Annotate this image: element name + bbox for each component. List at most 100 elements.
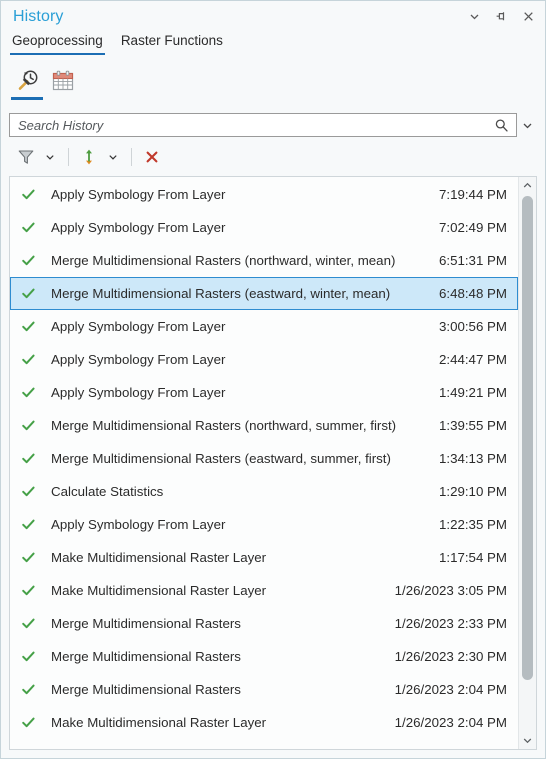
tab-raster-functions[interactable]: Raster Functions bbox=[119, 32, 225, 55]
tool-name: Merge Multidimensional Rasters bbox=[51, 253, 241, 268]
history-list-container: Apply Symbology From Layer 7:19:44 PM Appl… bbox=[9, 176, 537, 750]
green-check-icon bbox=[21, 616, 43, 631]
green-check-icon bbox=[21, 418, 43, 433]
tool-parameters: (eastward, winter, mean) bbox=[244, 286, 391, 301]
tab-geoprocessing[interactable]: Geoprocessing bbox=[10, 32, 105, 56]
history-row[interactable]: Merge Multidimensional Rasters (northwar… bbox=[10, 409, 518, 442]
tool-name: Make Multidimensional Raster Layer bbox=[51, 715, 267, 730]
green-check-icon bbox=[21, 253, 43, 268]
green-check-icon bbox=[21, 220, 43, 235]
history-tool-label: Apply Symbology From Layer bbox=[43, 319, 439, 334]
tool-parameters: (northward, winter, mean) bbox=[244, 253, 396, 268]
history-row[interactable]: Merge Multidimensional Rasters (northwar… bbox=[10, 244, 518, 277]
chevron-down-icon[interactable] bbox=[466, 9, 482, 25]
page-title: History bbox=[13, 7, 64, 25]
history-timestamp: 1:22:35 PM bbox=[438, 517, 507, 532]
history-tool-label: Make Multidimensional Raster Layer bbox=[43, 715, 395, 730]
green-check-icon bbox=[21, 715, 43, 730]
history-row[interactable]: Merge Multidimensional Rasters 1/26/2023 … bbox=[10, 673, 518, 706]
view-mode-buttons bbox=[1, 60, 545, 110]
history-timestamp: 1:49:21 PM bbox=[438, 385, 507, 400]
green-check-icon bbox=[21, 352, 43, 367]
tool-name: Apply Symbology From Layer bbox=[51, 352, 226, 367]
toolbar-divider bbox=[68, 148, 69, 166]
history-list: Apply Symbology From Layer 7:19:44 PM Appl… bbox=[10, 177, 518, 749]
green-check-icon bbox=[21, 451, 43, 466]
vertical-scrollbar[interactable] bbox=[518, 177, 536, 749]
green-check-icon bbox=[21, 286, 43, 301]
history-row[interactable]: Apply Symbology From Layer 1:22:35 PM bbox=[10, 508, 518, 541]
tool-name: Merge Multidimensional Rasters bbox=[51, 682, 241, 697]
scrollbar-track[interactable] bbox=[519, 194, 536, 732]
history-row[interactable]: Calculate Statistics 1:29:10 PM bbox=[10, 475, 518, 508]
history-row[interactable]: Apply Symbology From Layer 7:02:49 PM bbox=[10, 211, 518, 244]
green-check-icon bbox=[21, 319, 43, 334]
history-row[interactable]: Apply Symbology From Layer 7:19:44 PM bbox=[10, 178, 518, 211]
toolbar-divider-2 bbox=[131, 148, 132, 166]
search-input[interactable] bbox=[18, 117, 493, 133]
tool-parameters: (northward, summer, first) bbox=[244, 418, 397, 433]
tool-name: Apply Symbology From Layer bbox=[51, 187, 226, 202]
tool-name: Merge Multidimensional Rasters bbox=[51, 451, 241, 466]
history-timestamp: 1/26/2023 2:04 PM bbox=[394, 682, 507, 697]
tool-name: Make Multidimensional Raster Layer bbox=[51, 583, 267, 598]
pin-icon[interactable] bbox=[493, 9, 509, 25]
history-row[interactable]: Merge Multidimensional Rasters (eastward… bbox=[10, 277, 518, 310]
history-timestamp: 1/26/2023 2:30 PM bbox=[394, 649, 507, 664]
history-tool-label: Merge Multidimensional Rasters bbox=[43, 649, 395, 664]
tool-name: Make Multidimensional Raster Layer bbox=[51, 550, 267, 565]
history-row[interactable]: Make Multidimensional Raster Layer 1/26/2… bbox=[10, 706, 518, 739]
history-row[interactable]: Merge Multidimensional Rasters (eastward… bbox=[10, 442, 518, 475]
sort-menu-chevron-down-icon[interactable] bbox=[102, 144, 124, 170]
history-tool-label: Apply Symbology From Layer bbox=[43, 187, 439, 202]
date-view-button[interactable] bbox=[46, 64, 80, 98]
search-box[interactable] bbox=[9, 113, 517, 137]
history-panel: History Geoprocessing Raster Functions S… bbox=[0, 0, 546, 759]
history-row[interactable]: Apply Symbology From Layer 1:49:21 PM bbox=[10, 376, 518, 409]
history-tool-label: Make Multidimensional Raster Layer bbox=[43, 550, 439, 565]
history-tool-label: Merge Multidimensional Rasters (eastward… bbox=[43, 286, 439, 301]
search-row bbox=[1, 110, 545, 140]
tool-name: Merge Multidimensional Rasters bbox=[51, 616, 241, 631]
history-tool-label: Apply Symbology From Layer bbox=[43, 517, 439, 532]
search-icon[interactable] bbox=[493, 117, 510, 134]
panel-titlebar: History bbox=[1, 1, 545, 32]
green-check-icon bbox=[21, 682, 43, 697]
history-timestamp: 1:17:54 PM bbox=[438, 550, 507, 565]
history-timestamp: 1/26/2023 2:33 PM bbox=[394, 616, 507, 631]
tool-name: Merge Multidimensional Rasters bbox=[51, 418, 241, 433]
history-timestamp: 6:48:48 PM bbox=[438, 286, 507, 301]
history-toolbar bbox=[1, 140, 545, 174]
history-row[interactable]: Apply Symbology From Layer 2:44:47 PM bbox=[10, 343, 518, 376]
green-check-icon bbox=[21, 649, 43, 664]
history-timestamp: 1:39:55 PM bbox=[438, 418, 507, 433]
close-x-icon[interactable] bbox=[139, 144, 165, 170]
history-row[interactable]: Make Multidimensional Raster Layer 1/26/2… bbox=[10, 574, 518, 607]
scroll-up-chevron-up-icon[interactable] bbox=[519, 177, 536, 194]
history-row[interactable]: Merge Multidimensional Rasters 1/26/2023 … bbox=[10, 607, 518, 640]
filter-menu-chevron-down-icon[interactable] bbox=[39, 144, 61, 170]
tool-history-button[interactable] bbox=[10, 64, 44, 100]
green-check-icon bbox=[21, 484, 43, 499]
tool-name: Apply Symbology From Layer bbox=[51, 517, 226, 532]
history-tool-label: Make Multidimensional Raster Layer bbox=[43, 583, 395, 598]
tool-name: Apply Symbology From Layer bbox=[51, 319, 226, 334]
panel-tabs: Geoprocessing Raster Functions bbox=[1, 32, 545, 60]
green-check-icon bbox=[21, 550, 43, 565]
history-row[interactable]: Apply Symbology From Layer 3:00:56 PM bbox=[10, 310, 518, 343]
tool-parameters: (eastward, summer, first) bbox=[244, 451, 391, 466]
tool-name: Merge Multidimensional Rasters bbox=[51, 286, 241, 301]
search-options-chevron-down-icon[interactable] bbox=[517, 113, 537, 137]
sort-arrows-icon[interactable] bbox=[76, 144, 102, 170]
tool-name: Apply Symbology From Layer bbox=[51, 385, 226, 400]
history-row[interactable]: Make Multidimensional Raster Layer 1:17:5… bbox=[10, 541, 518, 574]
history-tool-label: Calculate Statistics bbox=[43, 484, 439, 499]
history-timestamp: 7:02:49 PM bbox=[438, 220, 507, 235]
close-icon[interactable] bbox=[520, 9, 536, 25]
history-tool-label: Merge Multidimensional Rasters (northwar… bbox=[43, 253, 439, 268]
green-check-icon bbox=[21, 517, 43, 532]
scrollbar-thumb[interactable] bbox=[522, 196, 533, 680]
history-row[interactable]: Merge Multidimensional Rasters 1/26/2023 … bbox=[10, 640, 518, 673]
scroll-down-chevron-down-icon[interactable] bbox=[519, 732, 536, 749]
filter-icon[interactable] bbox=[13, 144, 39, 170]
